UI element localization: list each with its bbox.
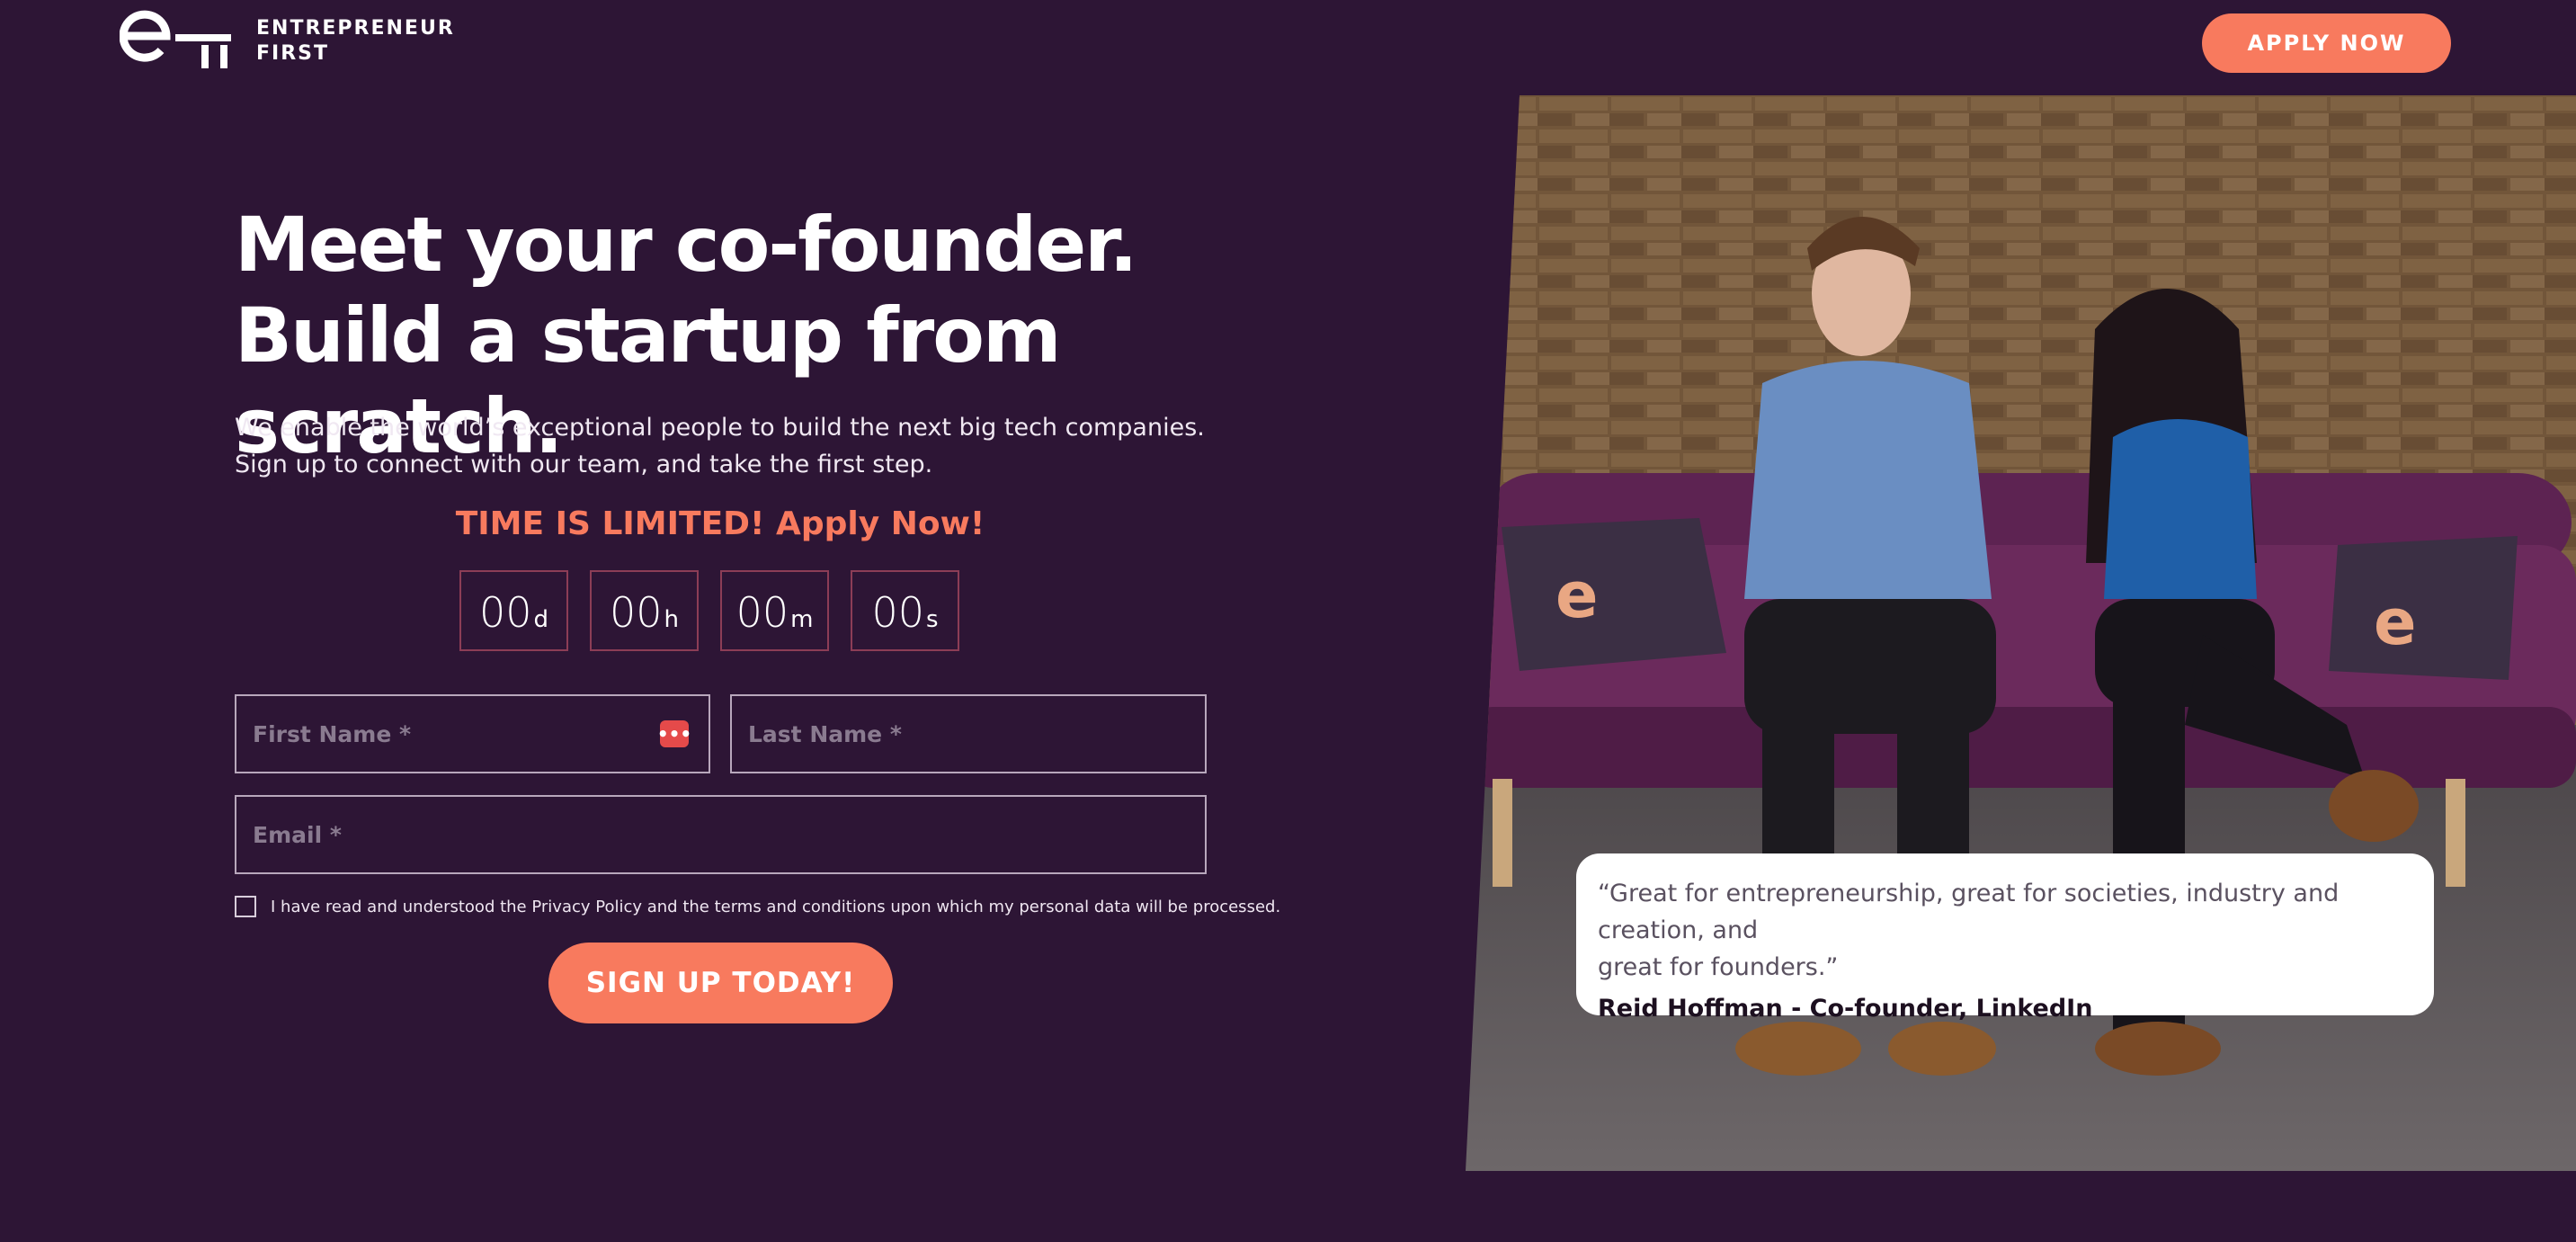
consent-row: I have read and understood the Privacy P… xyxy=(235,896,1280,917)
consent-text: I have read and understood the Privacy P… xyxy=(271,897,1281,916)
countdown-hours: 00 h xyxy=(590,570,699,651)
testimonial-author: Reid Hoffman - Co-founder, LinkedIn xyxy=(1598,995,2093,1023)
landing-page: ENTREPRENEUR FIRST APPLY NOW Meet your c… xyxy=(0,0,2576,1242)
svg-text:e: e xyxy=(2374,585,2416,659)
brand-name-line2: FIRST xyxy=(256,42,330,65)
apply-now-button[interactable]: APPLY NOW xyxy=(2202,13,2451,73)
email-placeholder: Email * xyxy=(253,821,342,848)
svg-text:e: e xyxy=(1555,558,1598,632)
password-manager-icon[interactable]: ••• xyxy=(657,720,691,747)
brand-logo[interactable]: ENTREPRENEUR FIRST xyxy=(120,9,455,74)
countdown-days-value: 00 xyxy=(478,588,532,637)
countdown-seconds-unit: s xyxy=(926,606,939,633)
countdown-minutes: 00 m xyxy=(720,570,829,651)
email-field[interactable]: Email * xyxy=(235,795,1207,874)
subtext-line2: Sign up to connect with our team, and ta… xyxy=(235,451,933,478)
countdown-seconds: 00 s xyxy=(851,570,959,651)
countdown-heading: TIME IS LIMITED! Apply Now! xyxy=(455,505,985,542)
testimonial-quote-line1: “Great for entrepreneurship, great for s… xyxy=(1598,880,2340,944)
countdown-hours-unit: h xyxy=(664,606,680,633)
brand-name: ENTREPRENEUR FIRST xyxy=(256,16,455,67)
testimonial-quote: “Great for entrepreneurship, great for s… xyxy=(1598,875,2412,986)
countdown-days-unit: d xyxy=(533,606,549,633)
first-name-field[interactable]: First Name * ••• xyxy=(235,694,710,773)
testimonial-card: “Great for entrepreneurship, great for s… xyxy=(1576,853,2434,1023)
headline-line1: Meet your co-founder. xyxy=(235,201,1138,289)
first-name-placeholder: First Name * xyxy=(253,720,412,747)
brand-name-line1: ENTREPRENEUR xyxy=(256,17,455,40)
consent-checkbox[interactable] xyxy=(235,896,256,917)
last-name-field[interactable]: Last Name * xyxy=(730,694,1207,773)
countdown-days: 00 d xyxy=(459,570,568,651)
countdown-minutes-unit: m xyxy=(790,606,814,633)
hero-subtext: We enable the world’s exceptional people… xyxy=(235,409,1224,483)
subtext-line1: We enable the world’s exceptional people… xyxy=(235,414,1205,442)
ef-logo-icon xyxy=(120,10,231,68)
countdown-hours-value: 00 xyxy=(609,588,663,637)
testimonial-quote-line2: great for founders.” xyxy=(1598,953,1839,981)
countdown-minutes-value: 00 xyxy=(735,588,789,637)
last-name-placeholder: Last Name * xyxy=(748,720,902,747)
countdown-seconds-value: 00 xyxy=(871,588,924,637)
countdown-timer: 00 d 00 h 00 m 00 s xyxy=(459,570,959,651)
sign-up-button[interactable]: SIGN UP TODAY! xyxy=(548,943,893,1023)
